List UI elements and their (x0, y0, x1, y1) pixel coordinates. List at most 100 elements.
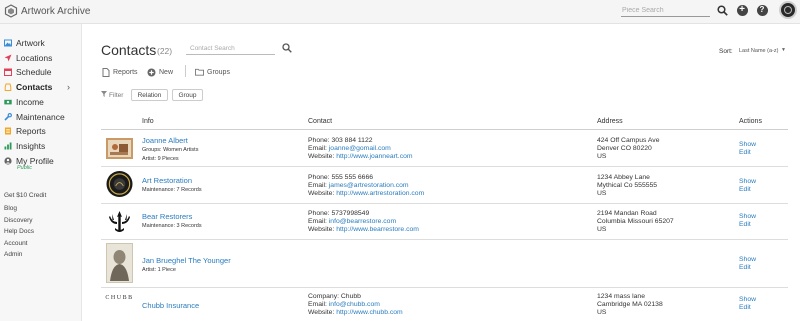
app-logo[interactable]: Artwork Archive (4, 4, 90, 18)
sidebar-item-label: Locations (16, 53, 53, 63)
help-icon[interactable]: ? (755, 3, 769, 17)
profile-status-badge: Public (17, 165, 32, 171)
sidebar-item-label: Income (16, 97, 44, 107)
address-line: Mythical Co 555555 (597, 182, 658, 189)
website-link[interactable]: http://www.joanneart.com (336, 153, 412, 160)
contact-website: Website: http://www.artrestoration.com (308, 190, 425, 197)
sidebar: Artwork Locations Schedule Contacts › In… (0, 24, 82, 321)
address-line: Cambridge MA 02138 (597, 301, 663, 308)
website-link[interactable]: http://www.chubb.com (336, 309, 403, 316)
contact-meta: Artist: 9 Pieces (142, 156, 179, 162)
sidebar-item-label: Insights (16, 141, 46, 151)
contact-meta: Groups: Women Artists (142, 147, 199, 153)
show-link[interactable]: Show (739, 213, 756, 220)
address-line: 424 Off Campus Ave (597, 137, 660, 144)
document-icon (101, 67, 110, 77)
sidebar-item-insights[interactable]: Insights (0, 139, 82, 153)
sort-select[interactable]: Last Name (a-z) (739, 48, 778, 54)
show-link[interactable]: Show (739, 178, 756, 185)
search-icon[interactable] (715, 3, 729, 17)
link-help-docs[interactable]: Help Docs (4, 228, 34, 235)
sidebar-item-reports[interactable]: Reports (0, 124, 82, 138)
filter-toggle[interactable]: Filter (101, 91, 123, 99)
search-icon[interactable] (282, 43, 292, 53)
contact-email: Email: info@chubb.com (308, 301, 380, 308)
groups-button[interactable]: Groups (195, 67, 230, 77)
new-label: New (159, 68, 174, 76)
contact-thumbnail[interactable] (106, 137, 133, 159)
column-header-contact: Contact (308, 118, 333, 125)
contact-meta: Maintenance: 3 Records (142, 223, 202, 229)
top-bar: Artwork Archive + ? (0, 0, 800, 24)
contact-meta: Maintenance: 7 Records (142, 187, 202, 193)
contact-website: Website: http://www.joanneart.com (308, 153, 413, 160)
column-header-actions: Actions (739, 118, 762, 125)
contact-search-input[interactable] (186, 43, 275, 55)
edit-link[interactable]: Edit (739, 304, 751, 311)
sidebar-item-my-profile[interactable]: My Profile (0, 154, 82, 168)
contact-count: (22) (157, 46, 173, 56)
contact-email: Email: james@artrestoration.com (308, 182, 409, 189)
contact-name-link[interactable]: Joanne Albert (142, 136, 188, 145)
sidebar-item-contacts[interactable]: Contacts › (0, 80, 82, 94)
user-avatar[interactable] (779, 1, 797, 19)
show-link[interactable]: Show (739, 141, 756, 148)
relation-filter-button[interactable]: Relation (131, 89, 168, 101)
sidebar-item-label: Schedule (16, 67, 52, 77)
sidebar-item-schedule[interactable]: Schedule (0, 65, 82, 79)
address-line: US (597, 226, 607, 233)
address-line: 1234 mass lane (597, 293, 645, 300)
chevron-right-icon: › (67, 82, 70, 92)
address-line: US (597, 190, 607, 197)
sidebar-item-maintenance[interactable]: Maintenance (0, 110, 82, 124)
calendar-icon (4, 68, 12, 76)
app-title: Artwork Archive (21, 5, 91, 17)
image-icon (4, 39, 12, 47)
address-line: Denver CO 80220 (597, 145, 652, 152)
contact-website: Website: http://www.chubb.com (308, 309, 403, 316)
edit-link[interactable]: Edit (739, 264, 751, 271)
link-admin[interactable]: Admin (4, 251, 22, 258)
contact-name-link[interactable]: Chubb Insurance (142, 301, 199, 310)
email-link[interactable]: info@bearrestore.com (329, 218, 396, 225)
contact-name-link[interactable]: Art Restoration (142, 176, 192, 185)
contact-thumbnail[interactable] (106, 170, 133, 198)
group-filter-button[interactable]: Group (172, 89, 203, 101)
new-contact-button[interactable]: New (147, 67, 173, 77)
edit-link[interactable]: Edit (739, 149, 751, 156)
contact-name-link[interactable]: Bear Restorers (142, 212, 192, 221)
company-logo[interactable]: CHUBB (105, 293, 133, 303)
address-line: 2194 Mandan Road (597, 210, 657, 217)
add-icon[interactable]: + (735, 3, 749, 17)
money-icon (4, 98, 12, 106)
website-link[interactable]: http://www.artrestoration.com (336, 190, 424, 197)
show-link[interactable]: Show (739, 256, 756, 263)
sidebar-item-income[interactable]: Income (0, 95, 82, 109)
reports-button[interactable]: Reports (101, 67, 138, 77)
email-link[interactable]: james@artrestoration.com (329, 182, 409, 189)
address-line: US (597, 309, 607, 316)
link-get-credit[interactable]: Get $10 Credit (4, 192, 46, 199)
contact-thumbnail[interactable] (106, 243, 133, 283)
sidebar-item-locations[interactable]: Locations (0, 51, 82, 65)
link-account[interactable]: Account (4, 240, 28, 247)
piece-search-input[interactable] (621, 5, 710, 17)
contact-thumbnail[interactable] (106, 208, 133, 235)
link-discovery[interactable]: Discovery (4, 217, 33, 224)
filter-icon (101, 91, 109, 99)
website-link[interactable]: http://www.bearrestore.com (336, 226, 419, 233)
show-link[interactable]: Show (739, 296, 756, 303)
email-link[interactable]: joanne@gomail.com (329, 145, 391, 152)
wrench-icon (4, 113, 12, 121)
edit-link[interactable]: Edit (739, 221, 751, 228)
caret-down-icon[interactable]: ▼ (781, 47, 786, 53)
sidebar-item-artwork[interactable]: Artwork (0, 36, 82, 50)
edit-link[interactable]: Edit (739, 186, 751, 193)
contact-name-link[interactable]: Jan Brueghel The Younger (142, 256, 231, 265)
contacts-icon (4, 83, 12, 91)
contact-email: Email: info@bearrestore.com (308, 218, 397, 225)
chart-icon (4, 142, 12, 150)
link-blog[interactable]: Blog (4, 205, 17, 212)
table-divider (101, 239, 788, 240)
email-link[interactable]: info@chubb.com (329, 301, 380, 308)
